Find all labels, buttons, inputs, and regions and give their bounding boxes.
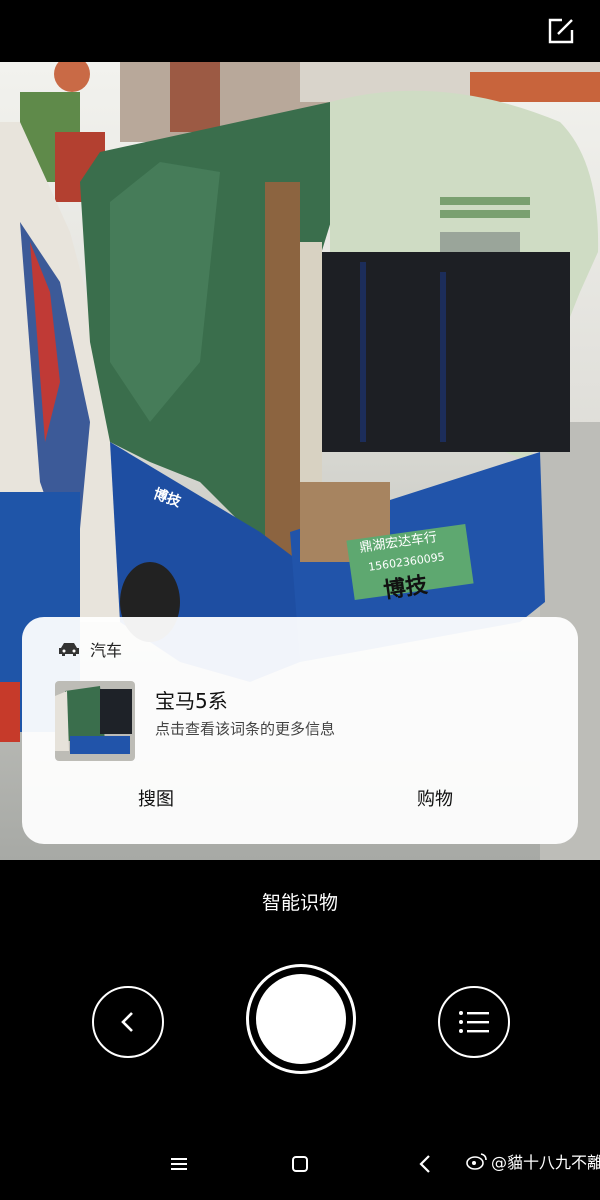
mode-label: 智能识物 xyxy=(261,892,338,914)
results-list-button[interactable] xyxy=(438,986,510,1058)
edit-icon[interactable] xyxy=(546,16,576,46)
search-image-button[interactable]: 搜图 xyxy=(138,785,174,811)
shutter-button[interactable] xyxy=(246,964,356,1074)
back-button[interactable] xyxy=(92,986,164,1058)
weibo-icon xyxy=(466,1153,487,1170)
nav-back-icon[interactable] xyxy=(414,1152,438,1176)
result-subtitle[interactable]: 点击查看该词条的更多信息 xyxy=(155,718,335,739)
result-category: 汽车 xyxy=(58,637,122,661)
watermark-text: @貓十八九不離十 xyxy=(491,1153,600,1172)
shutter-inner xyxy=(256,974,346,1064)
car-icon xyxy=(59,643,79,656)
shopping-button[interactable]: 购物 xyxy=(417,785,453,811)
camera-viewfinder: 鼎湖宏达车行 15602360095 博技 博技 汽车 宝马5系 点击查看该词条… xyxy=(0,62,600,860)
result-title[interactable]: 宝马5系 xyxy=(155,685,228,714)
top-bar xyxy=(0,0,600,62)
chevron-left-icon xyxy=(121,1012,133,1032)
recognition-result-card[interactable]: 汽车 宝马5系 点击查看该词条的更多信息 搜图 购物 xyxy=(22,617,578,844)
weibo-watermark: @貓十八九不離十 xyxy=(466,1149,600,1173)
thumbnail-image xyxy=(55,681,135,761)
category-label: 汽车 xyxy=(90,641,123,660)
result-thumbnail[interactable] xyxy=(55,681,135,761)
home-icon[interactable] xyxy=(288,1152,312,1176)
list-icon xyxy=(459,1011,489,1033)
recents-menu-icon[interactable] xyxy=(167,1152,191,1176)
